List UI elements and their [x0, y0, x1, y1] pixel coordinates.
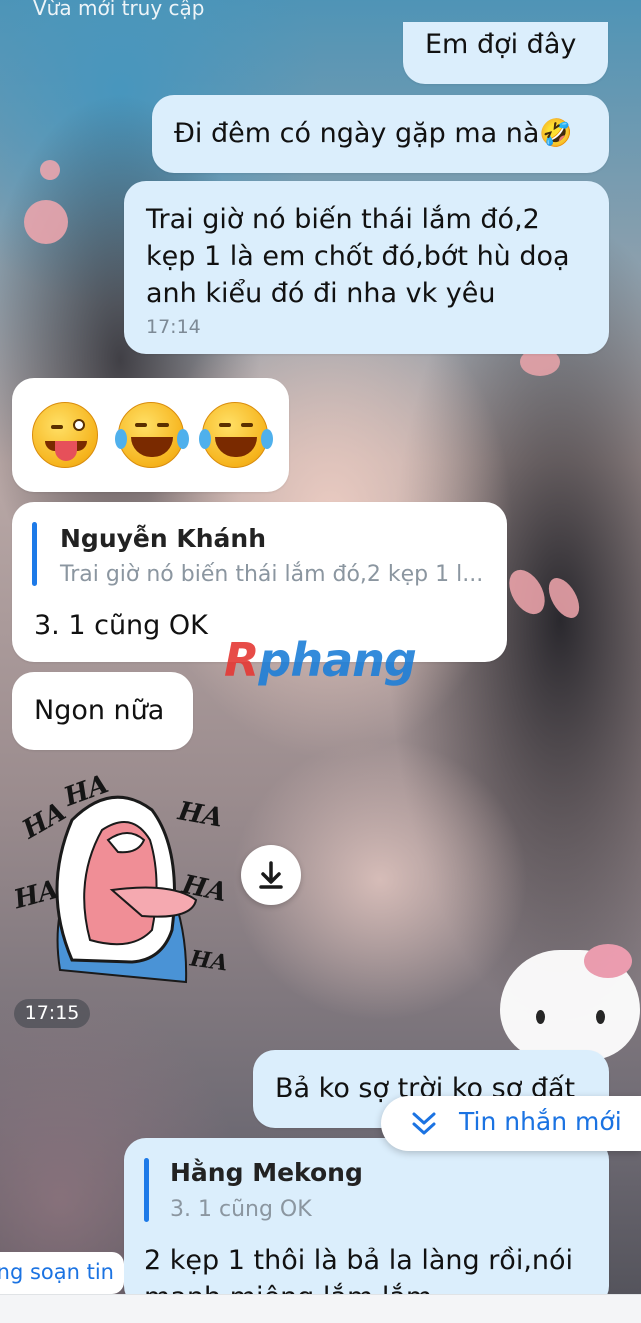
message-bubble-received[interactable]: Ngon nữa	[12, 672, 193, 750]
download-button[interactable]	[241, 845, 301, 905]
typing-indicator-text: ng soạn tin	[0, 1260, 114, 1284]
quoted-sender-name: Hằng Mekong	[170, 1158, 363, 1187]
message-timestamp: 17:14	[146, 316, 201, 338]
message-text: Ngon nữa	[34, 695, 165, 726]
watermark-logo: Rphang	[224, 633, 417, 687]
message-text-line: 2 kẹp 1 thôi là bả la làng rồi,nói	[144, 1245, 574, 1276]
message-text: Trai giờ nó biến thái lắm đó,2 kẹp 1 là …	[146, 204, 570, 309]
new-messages-button[interactable]: Tin nhắn mới	[381, 1096, 641, 1151]
last-seen-status: Vừa mới truy cập	[33, 0, 205, 20]
message-text: Đi đêm có ngày gặp ma nà🤣	[174, 118, 574, 149]
new-messages-label: Tin nhắn mới	[459, 1107, 622, 1136]
quote-bar	[144, 1158, 149, 1222]
hello-kitty-decoration	[500, 944, 640, 1060]
download-icon	[259, 861, 283, 889]
double-chevron-down-icon	[412, 1112, 436, 1135]
quoted-message-snippet[interactable]: Trai giờ nó biến thái lắm đó,2 kẹp 1 l..…	[60, 562, 483, 587]
sticker-text: HA	[188, 945, 230, 977]
message-bubble-received[interactable]	[12, 378, 289, 492]
quote-bar	[32, 522, 37, 586]
tears-of-joy-emoji-icon	[199, 402, 273, 468]
paw-decoration	[40, 160, 60, 180]
quoted-sender-name: Nguyễn Khánh	[60, 524, 267, 553]
composer-bar[interactable]	[0, 1294, 641, 1323]
message-bubble-sent[interactable]: Trai giờ nó biến thái lắm đó,2 kẹp 1 là …	[124, 181, 609, 354]
quoted-message-snippet[interactable]: 3. 1 cũng OK	[170, 1197, 312, 1222]
message-text: Em đợi đây	[425, 29, 577, 60]
message-bubble-sent[interactable]: Đi đêm có ngày gặp ma nà🤣	[152, 95, 609, 173]
sticker-timestamp: 17:15	[14, 999, 90, 1028]
typing-indicator: ng soạn tin	[0, 1252, 124, 1294]
message-bubble-sent[interactable]: Em đợi đây	[403, 22, 608, 84]
message-text: 3. 1 cũng OK	[34, 610, 208, 641]
laughing-sticker[interactable]: HA HA HA HA HA HA	[11, 769, 232, 990]
message-bubble-sent-reply[interactable]: Hằng Mekong 3. 1 cũng OK 2 kẹp 1 thôi là…	[124, 1138, 609, 1308]
paw-decoration	[24, 200, 68, 244]
tears-of-joy-emoji-icon	[115, 402, 189, 468]
winking-tongue-emoji-icon	[32, 402, 98, 468]
